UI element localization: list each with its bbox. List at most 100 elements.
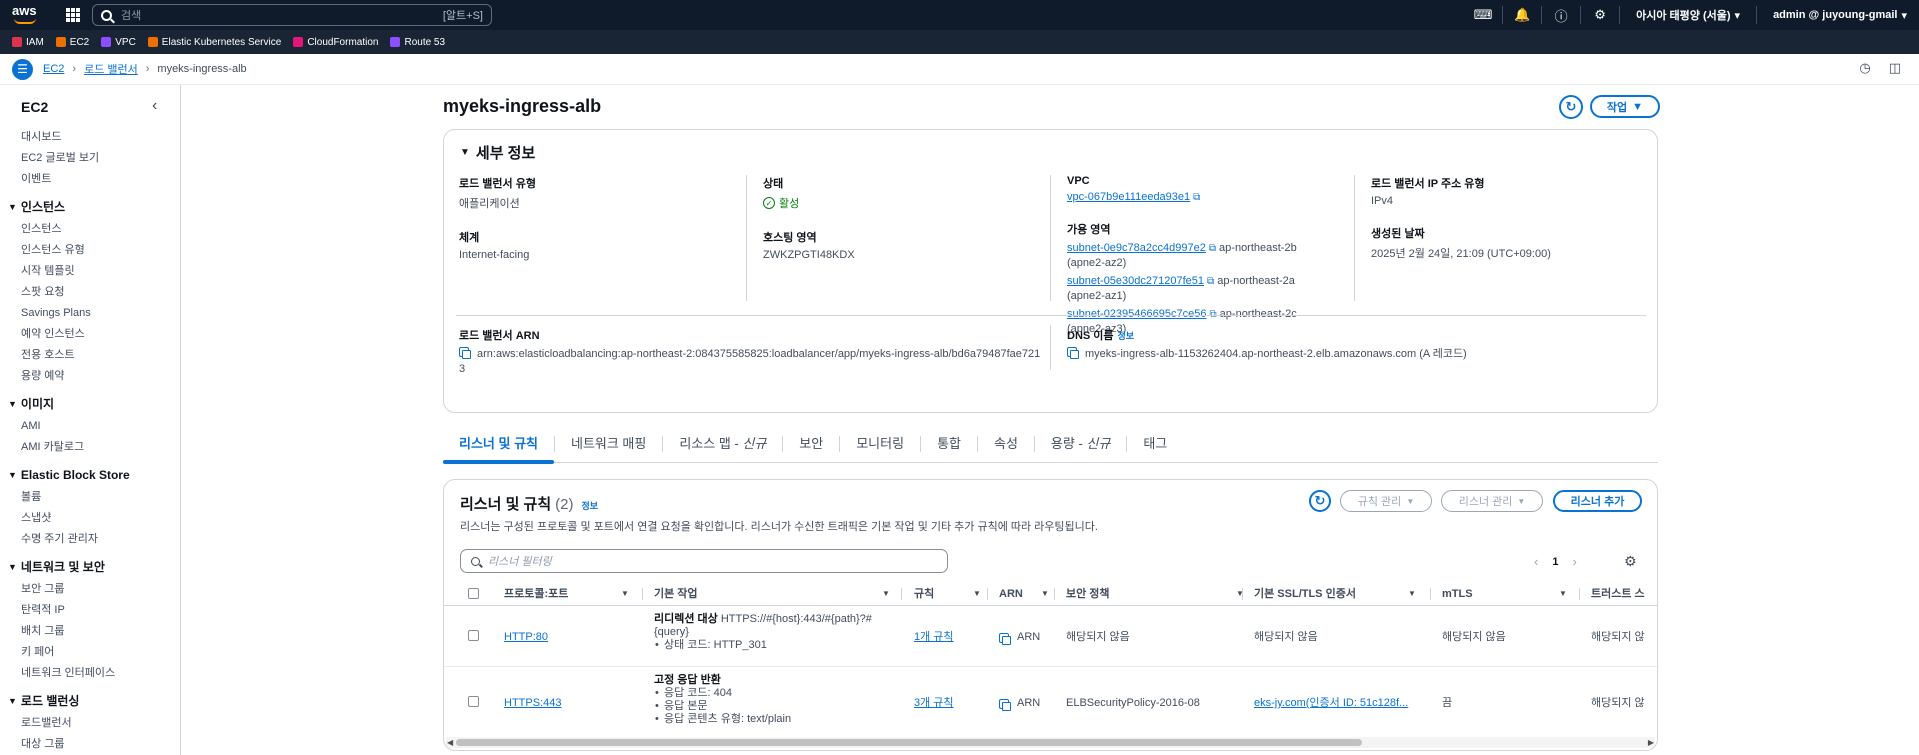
tab-monitoring[interactable]: 모니터링 <box>840 431 920 463</box>
external-link-icon[interactable]: ⧉ <box>1207 276 1214 287</box>
column-rules[interactable]: 규칙 ▼ <box>914 582 984 606</box>
sidebar-item-savings-plans[interactable]: Savings Plans <box>0 303 180 324</box>
column-security-policy[interactable]: 보안 정책 ▼ <box>1066 582 1246 606</box>
sidebar-item-key-pairs[interactable]: 키 페어 <box>0 642 180 663</box>
protocol-port-link[interactable]: HTTPS:443 <box>504 697 561 709</box>
select-all-checkbox[interactable] <box>468 588 479 599</box>
external-link-icon[interactable]: ⧉ <box>1193 192 1200 203</box>
rules-link[interactable]: 3개 규칙 <box>914 697 954 709</box>
sidebar-item-launch-templates[interactable]: 시작 템플릿 <box>0 261 180 282</box>
help-icon[interactable]: ⓘ <box>1546 0 1576 30</box>
sidebar-item-placement-groups[interactable]: 배치 그룹 <box>0 621 180 642</box>
details-heading[interactable]: ▼ 세부 정보 <box>460 142 535 163</box>
copy-icon[interactable] <box>459 347 471 359</box>
tab-security[interactable]: 보안 <box>783 431 839 463</box>
tab-integrations[interactable]: 통합 <box>921 431 977 463</box>
aws-logo[interactable]: aws <box>12 4 40 26</box>
chevron-right-icon[interactable]: › <box>1572 554 1576 569</box>
favorite-route53[interactable]: Route 53 <box>390 37 445 48</box>
ssl-cert-link[interactable]: eks-jy.com(인증서 ID: 51c128f... <box>1254 697 1408 709</box>
sidebar-item-elastic-ips[interactable]: 탄력적 IP <box>0 600 180 621</box>
rules-link[interactable]: 1개 규칙 <box>914 631 954 643</box>
dns-info-link[interactable]: 정보 <box>1118 331 1135 341</box>
row-checkbox[interactable] <box>468 696 479 707</box>
cloudshell-icon[interactable]: ⌨ <box>1468 0 1498 30</box>
favorite-vpc[interactable]: VPC <box>101 37 136 48</box>
sidebar-section-instances[interactable]: ▼ 인스턴스 <box>0 196 180 219</box>
favorite-iam[interactable]: IAM <box>12 37 44 48</box>
external-link-icon[interactable]: ⧉ <box>1209 243 1216 254</box>
refresh-button[interactable]: ↻ <box>1559 95 1583 119</box>
sidebar-item-reserved-instances[interactable]: 예약 인스턴스 <box>0 324 180 345</box>
chevron-left-icon[interactable]: ‹ <box>152 97 157 115</box>
column-trust-store[interactable]: 트러스트 스 <box>1591 582 1657 606</box>
vpc-link[interactable]: vpc-067b9e111eeda93e1 <box>1067 191 1190 203</box>
tab-attributes[interactable]: 속성 <box>978 431 1034 463</box>
copy-icon[interactable] <box>999 632 1011 645</box>
tab-resource-map[interactable]: 리소스 맵 - 신규 <box>663 431 782 463</box>
add-listener-button[interactable]: 리스너 추가 <box>1553 490 1642 512</box>
table-row[interactable]: HTTPS:443 고정 응답 반환 응답 코드: 404 응답 본문 응답 콘… <box>444 668 1657 738</box>
sidebar-item-instances[interactable]: 인스턴스 <box>0 219 180 240</box>
search-input[interactable]: 검색 [알트+S] <box>92 4 492 26</box>
scrollbar-thumb[interactable] <box>456 739 1362 746</box>
subnet-link[interactable]: subnet-0e9c78a2cc4d997e2 <box>1067 242 1206 254</box>
favorite-ec2[interactable]: EC2 <box>55 37 89 48</box>
sidebar-section-load-balancing[interactable]: ▼ 로드 밸런싱 <box>0 690 180 713</box>
services-grid-icon[interactable] <box>66 8 80 22</box>
sidebar-item-capacity-reservations[interactable]: 용량 예약 <box>0 366 180 387</box>
account-menu[interactable]: admin @ juyoung-gmail ▾ <box>1761 9 1919 22</box>
column-ssl-cert[interactable]: 기본 SSL/TLS 인증서 ▼ <box>1254 582 1444 606</box>
protocol-port-link[interactable]: HTTP:80 <box>504 631 548 643</box>
tab-network-mapping[interactable]: 네트워크 매핑 <box>555 431 662 463</box>
column-mtls[interactable]: mTLS ▼ <box>1442 582 1567 606</box>
column-default-action[interactable]: 기본 작업 ▼ <box>654 582 894 606</box>
sidebar-item-ami-catalog[interactable]: AMI 카탈로그 <box>0 437 180 458</box>
sidebar-item-spot-requests[interactable]: 스팟 요청 <box>0 282 180 303</box>
settings-gear-icon[interactable]: ⚙ <box>1585 0 1615 30</box>
scroll-right-arrow-icon[interactable]: ▶ <box>1648 737 1654 748</box>
region-selector[interactable]: 아시아 태평양 (서울) ▾ <box>1624 7 1752 23</box>
manage-rules-button[interactable]: 규칙 관리 ▼ <box>1340 490 1432 512</box>
sidebar-item-global-view[interactable]: EC2 글로벌 보기 <box>0 148 180 169</box>
sidebar-item-snapshots[interactable]: 스냅샷 <box>0 508 180 529</box>
copy-icon[interactable] <box>999 698 1011 711</box>
tab-listeners-rules[interactable]: 리스너 및 규칙 <box>443 431 554 464</box>
listener-filter-input[interactable]: 리스너 필터링 <box>460 549 948 573</box>
column-protocol-port[interactable]: 프로토콜:포트 ▼ <box>504 582 634 606</box>
scroll-left-arrow-icon[interactable]: ◀ <box>447 737 453 748</box>
favorite-eks[interactable]: Elastic Kubernetes Service <box>147 37 281 48</box>
tab-capacity[interactable]: 용량 - 신규 <box>1035 431 1126 463</box>
sidebar-item-lifecycle-manager[interactable]: 수명 주기 관리자 <box>0 529 180 550</box>
sidebar-item-load-balancers[interactable]: 로드밸런서 <box>0 713 180 734</box>
sidebar-section-ebs[interactable]: ▼ Elastic Block Store <box>0 464 180 487</box>
hamburger-menu-icon[interactable]: ☰ <box>12 58 33 80</box>
sidebar-item-dedicated-hosts[interactable]: 전용 호스트 <box>0 345 180 366</box>
sidebar-section-network-security[interactable]: ▼ 네트워크 및 보안 <box>0 556 180 579</box>
row-checkbox[interactable] <box>468 630 479 641</box>
timer-icon[interactable]: ◷ <box>1859 60 1870 76</box>
chevron-left-icon[interactable]: ‹ <box>1534 554 1538 569</box>
horizontal-scrollbar[interactable]: ◀ ▶ <box>446 737 1655 748</box>
actions-button[interactable]: 작업 ▼ <box>1590 95 1660 118</box>
subnet-link[interactable]: subnet-05e30dc271207fe51 <box>1067 275 1204 287</box>
breadcrumb-ec2[interactable]: EC2 <box>43 63 64 75</box>
sidebar-item-ami[interactable]: AMI <box>0 416 180 437</box>
sidebar-item-network-interfaces[interactable]: 네트워크 인터페이스 <box>0 663 180 684</box>
page-number[interactable]: 1 <box>1552 556 1558 568</box>
favorite-cloudformation[interactable]: CloudFormation <box>293 37 378 48</box>
sidebar-item-volumes[interactable]: 볼륨 <box>0 487 180 508</box>
sidebar-item-events[interactable]: 이벤트 <box>0 169 180 190</box>
sidebar-item-instance-types[interactable]: 인스턴스 유형 <box>0 240 180 261</box>
table-row[interactable]: HTTP:80 리디렉션 대상 HTTPS://#{host}:443/#{pa… <box>444 607 1657 667</box>
column-arn[interactable]: ARN ▼ <box>999 582 1054 606</box>
sidebar-title[interactable]: EC2 <box>21 99 48 115</box>
manage-listeners-button[interactable]: 리스너 관리 ▼ <box>1441 490 1543 512</box>
notifications-icon[interactable]: 🔔 <box>1507 0 1537 30</box>
table-settings-gear-icon[interactable]: ⚙ <box>1624 553 1637 570</box>
listeners-info-link[interactable]: 정보 <box>581 499 598 512</box>
copy-icon[interactable] <box>1067 347 1079 359</box>
listeners-refresh-button[interactable]: ↻ <box>1309 490 1331 512</box>
tools-panel-icon[interactable]: ◫ <box>1889 60 1901 76</box>
subnet-link[interactable]: subnet-02395466695c7ce56 <box>1067 308 1206 320</box>
